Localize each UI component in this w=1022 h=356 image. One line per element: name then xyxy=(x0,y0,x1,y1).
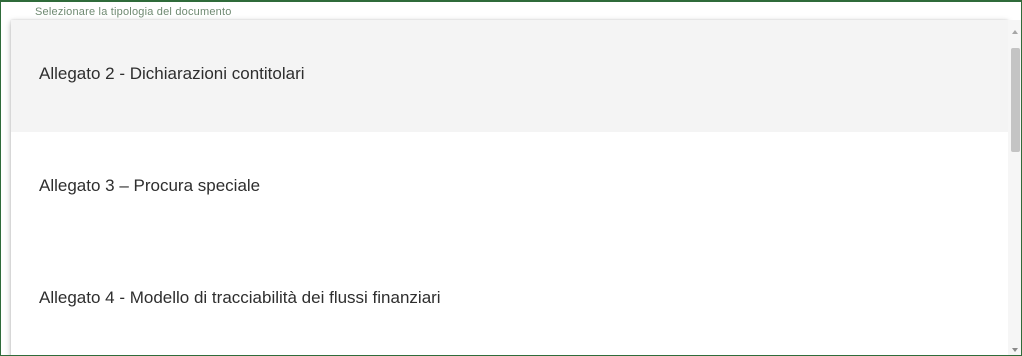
option-label: Allegato 2 - Dichiarazioni contitolari xyxy=(39,64,305,83)
document-type-field-label: Selezionare la tipologia del documento xyxy=(35,6,232,18)
option-allegato-3[interactable]: Allegato 3 – Procura speciale xyxy=(11,132,1008,244)
option-allegato-4[interactable]: Allegato 4 - Modello di tracciabilità de… xyxy=(11,244,1008,355)
option-label: Allegato 4 - Modello di tracciabilità de… xyxy=(39,288,441,307)
option-allegato-2[interactable]: Allegato 2 - Dichiarazioni contitolari xyxy=(11,20,1008,132)
option-label: Allegato 3 – Procura speciale xyxy=(39,176,261,195)
document-type-dropdown-list[interactable]: Allegato 2 - Dichiarazioni contitolari A… xyxy=(11,20,1008,355)
scroll-down-arrow-icon[interactable] xyxy=(1012,348,1018,352)
document-type-select-window: Selezionare la tipologia del documento A… xyxy=(0,0,1022,356)
scrollbar-thumb[interactable] xyxy=(1011,48,1020,152)
scroll-up-arrow-icon[interactable] xyxy=(1012,30,1018,34)
dropdown-scrollbar[interactable] xyxy=(1008,20,1021,355)
